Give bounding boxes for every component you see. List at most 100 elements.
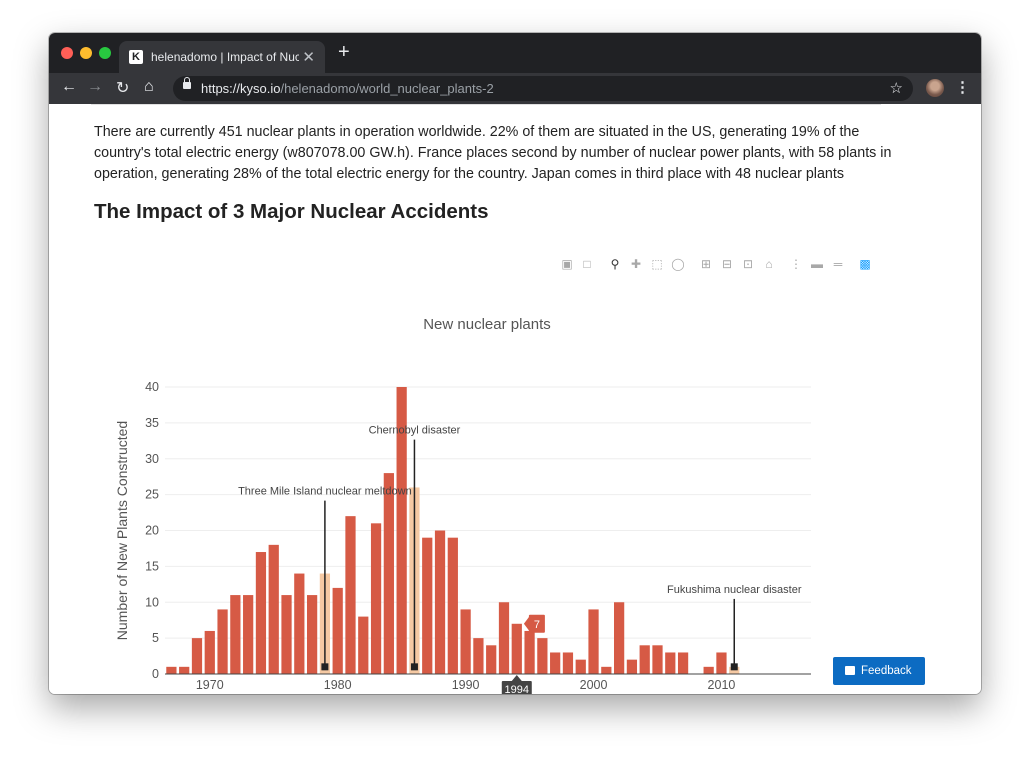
bar — [639, 645, 650, 674]
bar — [626, 659, 638, 674]
reload-icon[interactable]: ↻ — [116, 78, 129, 98]
annotation-label: Chernobyl disaster — [369, 425, 461, 437]
x-tick-label: 1970 — [196, 678, 224, 692]
zoom-in-icon[interactable]: ⊞ — [698, 256, 714, 272]
y-tick-label: 15 — [145, 559, 159, 573]
bar — [562, 652, 574, 674]
bar — [703, 666, 714, 674]
annotation-marker — [321, 663, 329, 671]
feedback-label: Feedback — [861, 665, 912, 677]
browser-menu-icon[interactable]: ⋮ — [955, 78, 970, 96]
bar — [588, 609, 599, 674]
zoom-icon[interactable]: ⚲ — [607, 256, 623, 272]
pan-icon[interactable]: ✚ — [628, 256, 644, 272]
lasso-icon[interactable]: ◯ — [670, 256, 686, 272]
autoscale-icon[interactable]: ⊡ — [740, 256, 756, 272]
forward-arrow-icon[interactable]: → — [87, 78, 103, 96]
bar — [230, 595, 241, 674]
y-tick-label: 25 — [145, 488, 159, 502]
bar — [383, 473, 394, 674]
back-arrow-icon[interactable]: ← — [61, 78, 77, 96]
plot-modebar: ▣ □ ⚲ ✚ ⬚ ◯ ⊞ ⊟ ⊡ ⌂ ⋮ ▬ ═ ▩ — [559, 256, 889, 272]
bar — [281, 595, 292, 674]
bar-chart: New nuclear plants 0 5 10 15 20 25 30 35 40 1970 19… — [114, 316, 811, 694]
x-tick-label: 1980 — [324, 678, 352, 692]
feedback-icon — [845, 666, 855, 675]
minimize-window-button[interactable] — [80, 47, 92, 59]
lock-icon — [183, 77, 191, 89]
bookmark-star-icon[interactable]: ☆ — [890, 79, 903, 97]
kyso-favicon-icon: K — [129, 50, 143, 64]
bar — [243, 595, 254, 674]
camera-icon[interactable]: ▣ — [559, 256, 575, 272]
bar — [294, 573, 305, 674]
intro-paragraph: There are currently 451 nuclear plants i… — [94, 124, 892, 182]
annotation-marker — [410, 663, 418, 671]
save-icon[interactable]: □ — [579, 256, 595, 272]
bar — [460, 609, 471, 674]
bar — [434, 530, 446, 674]
y-tick-label: 5 — [152, 631, 159, 645]
browser-toolbar: ← → ↻ ⌂ https://kyso.io/helenadomo/world… — [49, 73, 981, 104]
bar — [370, 523, 382, 674]
y-tick-label: 20 — [145, 524, 159, 538]
bar — [524, 630, 535, 674]
plotly-logo-icon[interactable]: ▩ — [857, 256, 873, 272]
box-select-icon[interactable]: ⬚ — [649, 256, 665, 272]
bar — [306, 595, 318, 674]
bar — [345, 516, 356, 674]
bar — [217, 609, 228, 674]
tab-bar: K helenadomo | Impact of Nuclea ✕ + — [49, 33, 981, 73]
bar — [486, 645, 497, 674]
tab-title: helenadomo | Impact of Nuclea — [151, 50, 299, 64]
bar — [537, 638, 548, 674]
address-bar[interactable]: https://kyso.io/helenadomo/world_nuclear… — [173, 76, 913, 101]
url-path: /helenadomo/world_nuclear_plants-2 — [280, 81, 494, 96]
bar — [652, 645, 663, 674]
feedback-button[interactable]: Feedback — [833, 657, 925, 685]
divider — [91, 104, 881, 105]
url-text: https://kyso.io/helenadomo/world_nuclear… — [201, 81, 494, 96]
bar — [166, 666, 177, 674]
x-tick-label: 1990 — [452, 678, 480, 692]
bar — [191, 638, 203, 674]
section-heading: The Impact of 3 Major Nuclear Accidents — [94, 200, 489, 223]
bar — [332, 587, 343, 674]
url-host: https://kyso.io — [201, 81, 281, 96]
page-content: There are currently 451 nuclear plants i… — [49, 104, 981, 694]
bar — [473, 638, 484, 674]
x-tick-label: 2000 — [580, 678, 608, 692]
y-tick-label: 0 — [152, 667, 159, 681]
hover-x-pointer — [511, 675, 522, 681]
new-tab-button[interactable]: + — [338, 42, 350, 62]
bar — [268, 544, 279, 674]
x-tick-label: 2010 — [708, 678, 736, 692]
hover-closest-icon[interactable]: ▬ — [809, 256, 825, 272]
bar — [204, 630, 215, 674]
tab-close-icon[interactable]: ✕ — [302, 48, 315, 66]
profile-avatar[interactable] — [926, 79, 944, 97]
spike-lines-icon[interactable]: ⋮ — [788, 256, 804, 272]
bar — [498, 602, 510, 674]
y-tick-label: 40 — [145, 380, 159, 394]
zoom-out-icon[interactable]: ⊟ — [719, 256, 735, 272]
hover-x-label: 1994 — [505, 684, 529, 694]
close-window-button[interactable] — [61, 47, 73, 59]
bar — [255, 552, 267, 674]
bar — [677, 652, 689, 674]
bar — [511, 623, 522, 674]
bar — [716, 652, 727, 674]
bar — [575, 659, 586, 674]
bar — [665, 652, 676, 674]
bar — [601, 666, 612, 674]
y-tick-label: 30 — [145, 452, 159, 466]
home-icon[interactable]: ⌂ — [144, 78, 154, 96]
maximize-window-button[interactable] — [99, 47, 111, 59]
hover-compare-icon[interactable]: ═ — [830, 256, 846, 272]
annotation-marker — [730, 663, 738, 671]
bar — [614, 602, 625, 674]
browser-tab[interactable]: K helenadomo | Impact of Nuclea ✕ — [119, 41, 325, 73]
bar — [179, 666, 190, 674]
reset-axes-icon[interactable]: ⌂ — [761, 256, 777, 272]
chart-title: New nuclear plants — [423, 316, 551, 333]
